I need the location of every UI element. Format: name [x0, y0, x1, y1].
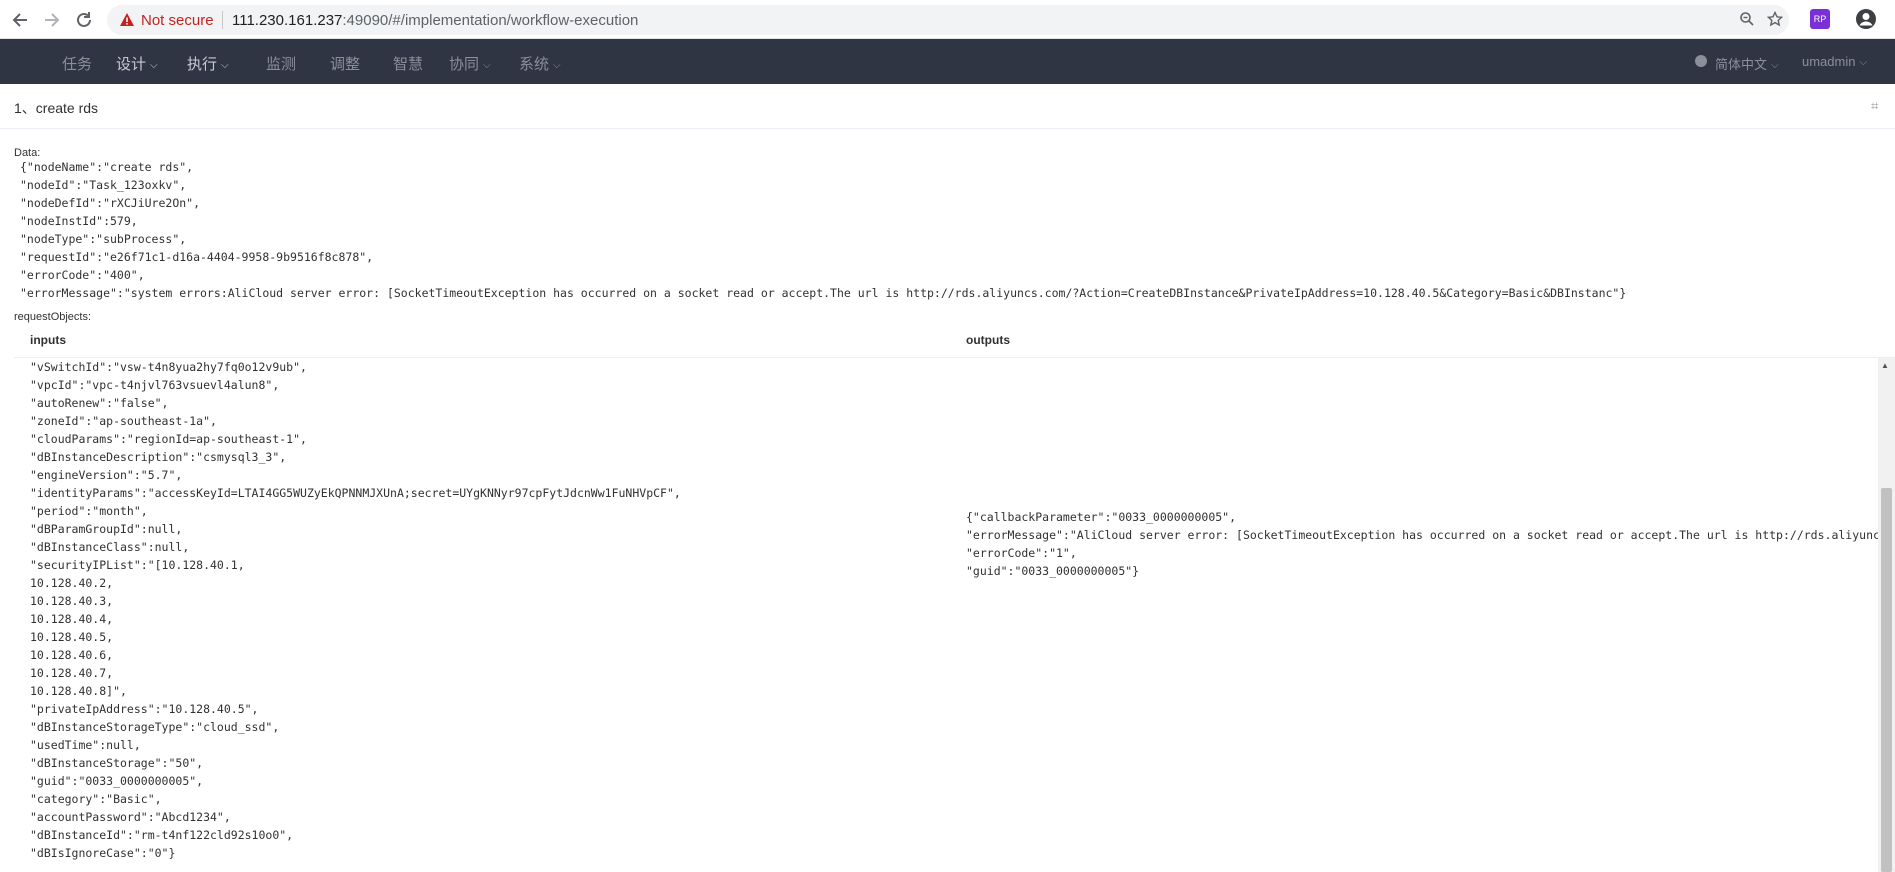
inputs-line: "category":"Basic",: [30, 792, 162, 806]
nav-item-monitor[interactable]: 监测: [266, 53, 296, 74]
column-header-outputs: outputs: [966, 333, 1010, 347]
inputs-line: "privateIpAddress":"10.128.40.5",: [30, 702, 259, 716]
data-line: "nodeId":"Task_123oxkv",: [20, 178, 187, 192]
app-top-nav: 任务 设计 ⌵ 执行 ⌵ 监测 调整 智慧 协同 ⌵ 系统 ⌵ 简体中文 ⌵ umadmi…: [0, 39, 1895, 84]
inputs-cell: "vSwitchId":"vsw-t4n8yua2hy7fq0o12v9ub",…: [30, 358, 681, 862]
url-host: 111.230.161.237: [232, 12, 343, 29]
inputs-line: 10.128.40.2,: [30, 576, 114, 590]
expand-icon[interactable]: ⌗: [1871, 98, 1878, 114]
inputs-line: "dBParamGroupId":null,: [30, 522, 183, 536]
column-header-inputs: inputs: [30, 333, 66, 347]
chevron-down-icon: ⌵: [553, 60, 561, 71]
chevron-down-icon: ⌵: [1859, 57, 1868, 68]
bookmark-star-icon[interactable]: [1766, 10, 1784, 29]
page-title: 1、create rds: [14, 100, 99, 116]
forward-arrow-icon[interactable]: [41, 9, 63, 31]
data-line: "errorCode":"400",: [20, 268, 145, 282]
url-text[interactable]: 111.230.161.237:49090/#/implementation/w…: [232, 12, 638, 29]
inputs-line: "zoneId":"ap-southeast-1a",: [30, 414, 217, 428]
outputs-line: "errorMessage":"AliCloud server error: […: [966, 528, 1887, 542]
inputs-line: "dBInstanceDescription":"csmysql3_3",: [30, 450, 287, 464]
extension-icon[interactable]: RP: [1810, 9, 1830, 29]
outputs-cell: {"callbackParameter":"0033_0000000005", …: [966, 508, 1887, 580]
reload-icon[interactable]: [73, 9, 95, 31]
nav-item-system[interactable]: 系统 ⌵: [519, 53, 561, 74]
inputs-line: "dBInstanceClass":null,: [30, 540, 190, 554]
inputs-line: "dBInstanceStorageType":"cloud_ssd",: [30, 720, 280, 734]
data-line: "requestId":"e26f71c1-d16a-4404-9958-9b9…: [20, 250, 374, 264]
nav-item-collaborate[interactable]: 协同 ⌵: [449, 53, 491, 74]
url-separator: [222, 11, 223, 29]
inputs-line: "guid":"0033_0000000005",: [30, 774, 204, 788]
nav-item-wisdom[interactable]: 智慧: [393, 53, 423, 74]
inputs-line: "autoRenew":"false",: [30, 396, 169, 410]
chevron-down-icon: ⌵: [150, 60, 158, 71]
outputs-line: "guid":"0033_0000000005"}: [966, 564, 1140, 578]
chevron-down-icon: ⌵: [1771, 60, 1779, 71]
url-path: :49090/#/implementation/workflow-executi…: [342, 12, 639, 29]
nav-item-tasks[interactable]: 任务: [62, 53, 92, 74]
table-header: inputs outputs: [14, 326, 1895, 358]
inputs-line: "dBInstanceId":"rm-t4nf122cld92s10o0",: [30, 828, 294, 842]
inputs-line: "dBIsIgnoreCase":"0"}: [30, 846, 176, 860]
page-header: 1、create rds ⌗: [0, 84, 1895, 129]
inputs-line: "vSwitchId":"vsw-t4n8yua2hy7fq0o12v9ub",: [30, 360, 307, 374]
inputs-line: "dBInstanceStorage":"50",: [30, 756, 204, 770]
address-bar[interactable]: Not secure 111.230.161.237:49090/#/imple…: [107, 5, 1789, 35]
data-json-block: {"nodeName":"create rds", "nodeId":"Task…: [20, 158, 1626, 302]
outputs-line: {"callbackParameter":"0033_0000000005",: [966, 510, 1237, 524]
inputs-line: "usedTime":null,: [30, 738, 141, 752]
inputs-line: 10.128.40.8]",: [30, 684, 127, 698]
outputs-line: "errorCode":"1",: [966, 546, 1077, 560]
inputs-line: "period":"month",: [30, 504, 148, 518]
inputs-line: 10.128.40.6,: [30, 648, 114, 662]
browser-toolbar: Not secure 111.230.161.237:49090/#/imple…: [0, 0, 1895, 39]
data-line: "nodeDefId":"rXCJiUre2On",: [20, 196, 201, 210]
data-line: "nodeInstId":579,: [20, 214, 138, 228]
inputs-line: "accountPassword":"Abcd1234",: [30, 810, 231, 824]
language-selector[interactable]: 简体中文 ⌵: [1715, 54, 1779, 73]
profile-avatar-icon[interactable]: [1855, 8, 1877, 30]
chevron-down-icon: ⌵: [221, 60, 229, 71]
globe-icon: [1695, 55, 1707, 67]
inputs-line: "securityIPList":"[10.128.40.1,: [30, 558, 245, 572]
request-objects-label: requestObjects:: [14, 311, 92, 323]
zoom-icon[interactable]: [1738, 11, 1756, 29]
inputs-line: 10.128.40.5,: [30, 630, 114, 644]
back-arrow-icon[interactable]: [9, 9, 31, 31]
inputs-line: "cloudParams":"regionId=ap-southeast-1",: [30, 432, 307, 446]
chevron-down-icon: ⌵: [483, 60, 491, 71]
table-body[interactable]: "vSwitchId":"vsw-t4n8yua2hy7fq0o12v9ub",…: [14, 358, 1895, 872]
inputs-line: 10.128.40.7,: [30, 666, 114, 680]
nav-item-adjust[interactable]: 调整: [330, 53, 360, 74]
data-line: "errorMessage":"system errors:AliCloud s…: [20, 286, 1627, 300]
scrollbar-thumb[interactable]: [1881, 488, 1892, 872]
inputs-line: 10.128.40.4,: [30, 612, 114, 626]
warning-icon: [120, 13, 134, 26]
nav-item-design[interactable]: 设计 ⌵: [116, 53, 158, 74]
data-line: {"nodeName":"create rds",: [20, 160, 194, 174]
inputs-line: "engineVersion":"5.7",: [30, 468, 183, 482]
user-menu[interactable]: umadmin ⌵: [1802, 54, 1867, 69]
inputs-line: "vpcId":"vpc-t4njvl763vsuevl4alun8",: [30, 378, 280, 392]
scroll-up-arrow-icon[interactable]: ▲: [1881, 361, 1889, 370]
data-line: "nodeType":"subProcess",: [20, 232, 187, 246]
not-secure-label[interactable]: Not secure: [141, 12, 214, 29]
nav-item-execute[interactable]: 执行 ⌵: [187, 53, 229, 74]
inputs-line: "identityParams":"accessKeyId=LTAI4GG5WU…: [30, 486, 681, 500]
inputs-line: 10.128.40.3,: [30, 594, 114, 608]
